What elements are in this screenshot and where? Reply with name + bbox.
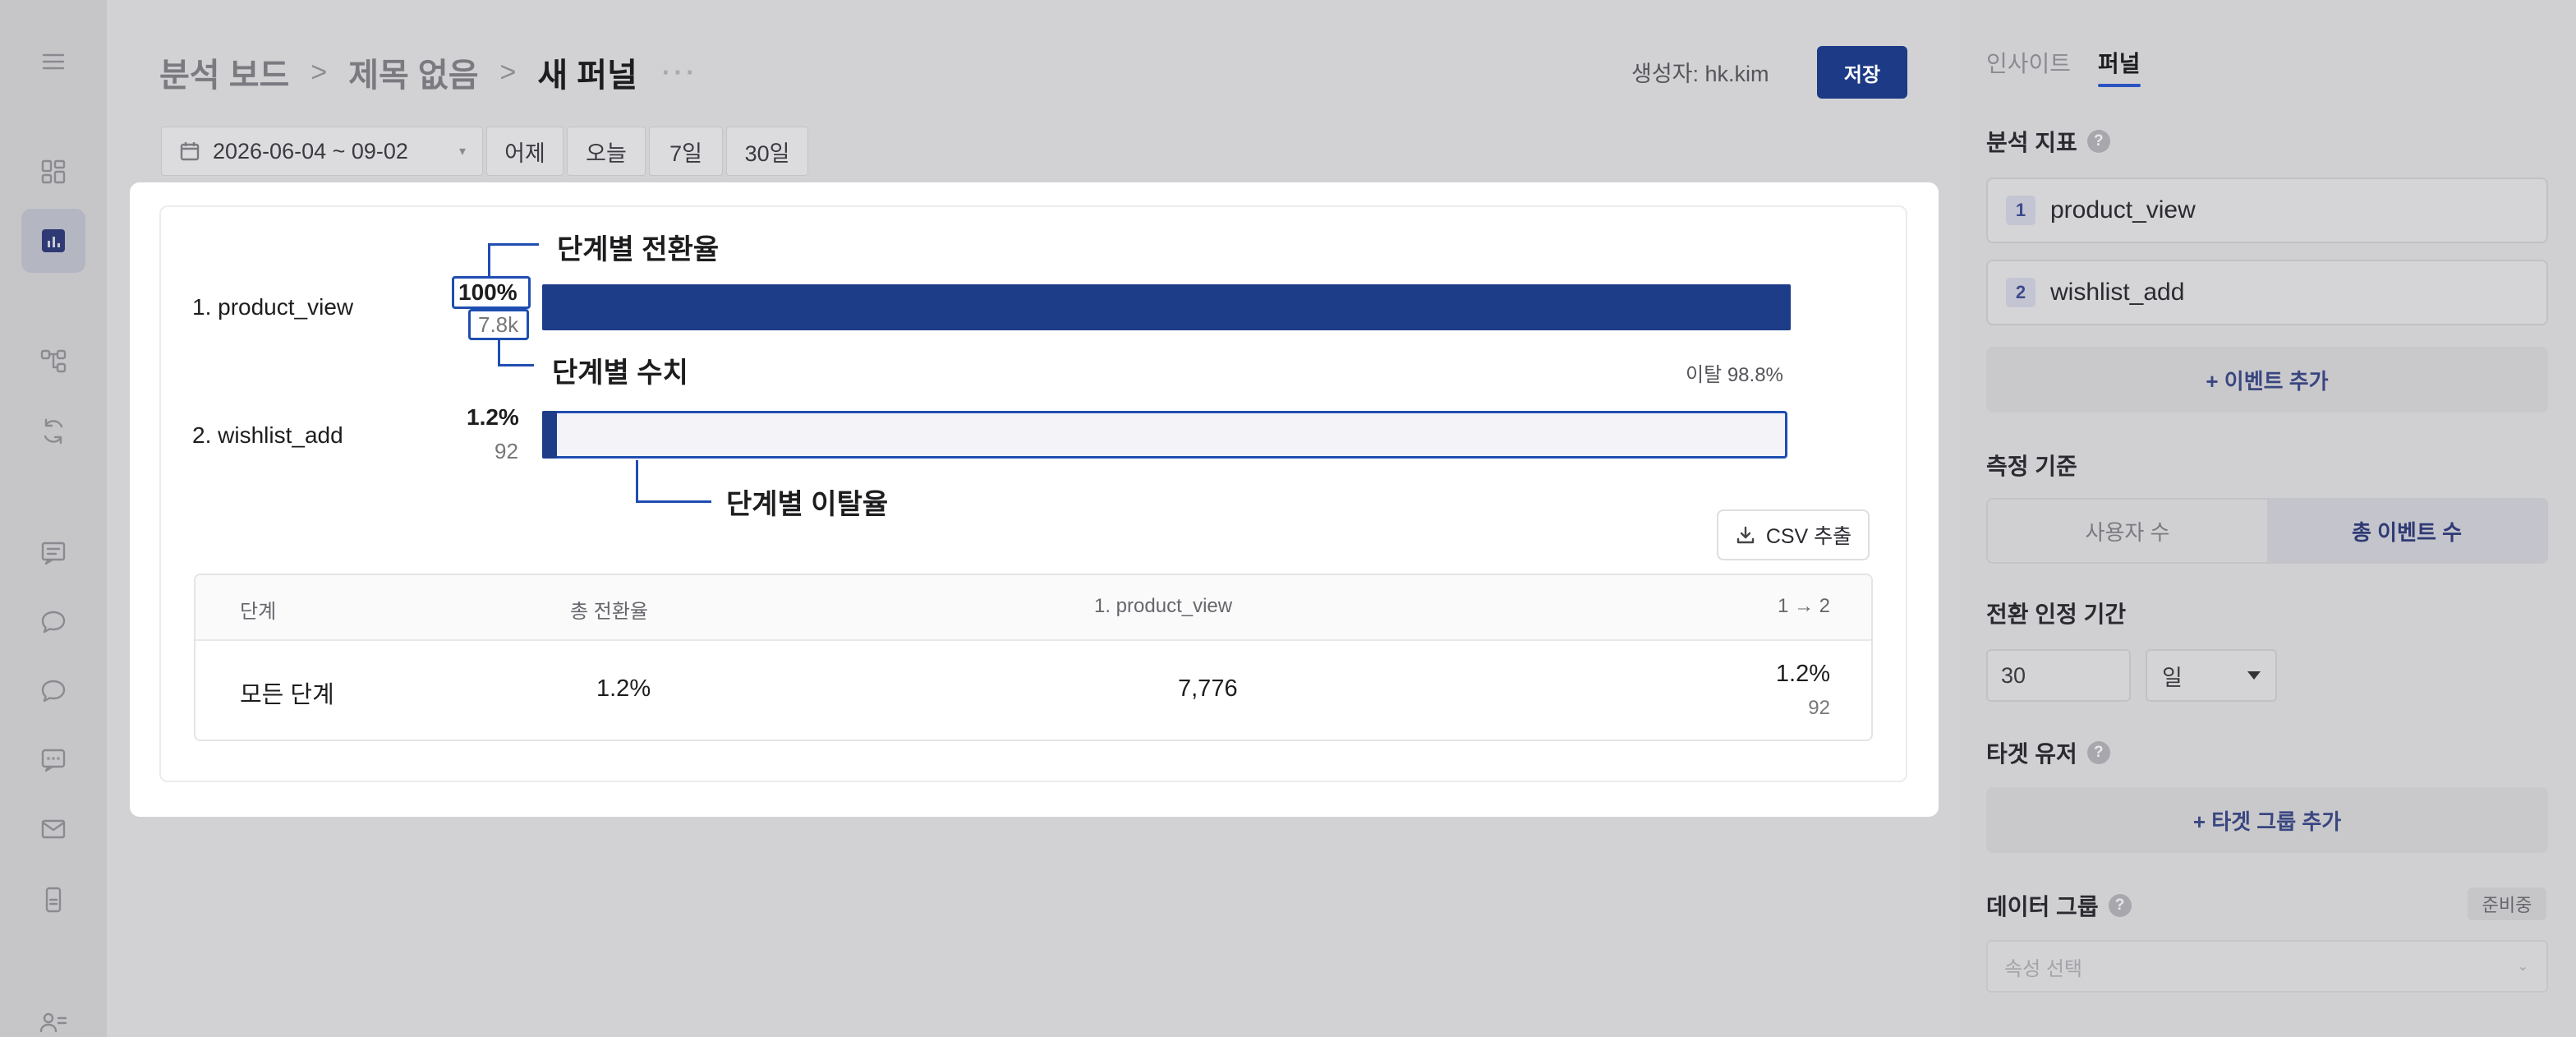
- row-stage: 모든 단계: [240, 682, 334, 708]
- calendar-icon: [180, 142, 200, 161]
- flow-icon[interactable]: [21, 329, 85, 393]
- tab-funnel[interactable]: 퍼널: [2098, 46, 2141, 79]
- conversion-rate-callout-line: [488, 243, 539, 278]
- breadcrumb-item-board[interactable]: 분석 보드: [159, 48, 289, 96]
- step-2-dropoff-area[interactable]: [542, 411, 1787, 459]
- step-1-bar[interactable]: [542, 284, 1791, 330]
- date-range-value: 2026-06-04 ~ 09-02: [213, 138, 408, 164]
- sms-icon[interactable]: [21, 728, 85, 792]
- dropoff-rate-callout: 단계별 이탈율: [726, 489, 889, 520]
- row-total-rate: 1.2%: [596, 675, 651, 702]
- measure-option-events[interactable]: 총 이벤트 수: [2267, 500, 2546, 562]
- target-title-text: 타겟 유저: [1986, 741, 2077, 767]
- step-2-bar[interactable]: [542, 411, 557, 459]
- dropoff-label: 이탈 98.8%: [1686, 364, 1783, 386]
- column-header-step1: 1. product_view: [1094, 595, 1233, 617]
- help-icon[interactable]: ?: [2086, 130, 2110, 153]
- chevron-down-icon: ⌄: [2517, 960, 2528, 974]
- breadcrumb-item-untitled[interactable]: 제목 없음: [348, 48, 478, 96]
- breadcrumb-separator: >: [310, 56, 328, 88]
- funnel-table: 단계 총 전환율 1. product_view 1 → 2 모든 단계 1.2…: [194, 574, 1873, 741]
- period-unit-value: 일: [2162, 665, 2183, 690]
- active-tab-indicator: [2098, 84, 2141, 87]
- refresh-icon[interactable]: [21, 399, 85, 463]
- measure-option-users[interactable]: 사용자 수: [1988, 500, 2267, 562]
- csv-export-button[interactable]: CSV 추출: [1717, 509, 1870, 560]
- data-group-title-text: 데이터 그룹: [1986, 894, 2099, 919]
- breadcrumb-separator: >: [499, 56, 517, 88]
- save-button[interactable]: 저장: [1817, 46, 1907, 99]
- column-header-step1-2: 1 → 2: [1777, 595, 1830, 617]
- preparing-badge: 준비중: [2468, 887, 2546, 920]
- event-number-badge: 1: [2006, 196, 2036, 225]
- property-select-placeholder: 속성 선택: [2004, 957, 2082, 980]
- mobile-icon[interactable]: [21, 868, 85, 932]
- add-event-button[interactable]: + 이벤트 추가: [1986, 347, 2548, 412]
- period-unit-select[interactable]: 일: [2146, 649, 2277, 702]
- step-2-rate: 1.2%: [467, 404, 519, 430]
- row-step12-count: 92: [1808, 697, 1830, 719]
- event-name: wishlist_add: [2050, 279, 2185, 306]
- step-count-callout-line: [498, 339, 534, 366]
- target-section-title: 타겟 유저 ?: [1986, 736, 2110, 769]
- period-section-title: 전환 인정 기간: [1986, 601, 2127, 627]
- caret-down-icon: [2247, 671, 2261, 680]
- preset-30days[interactable]: 30일: [726, 127, 808, 176]
- period-input[interactable]: 30: [1986, 649, 2131, 702]
- step-2-label: 2. wishlist_add: [192, 422, 343, 448]
- table-header: 단계 총 전환율 1. product_view 1 → 2: [196, 575, 1871, 641]
- event-number-badge: 2: [2006, 278, 2036, 307]
- event-row-2[interactable]: 2 wishlist_add: [1986, 260, 2548, 325]
- step-1-rate: 100%: [458, 279, 518, 305]
- event-name: product_view: [2050, 196, 2196, 224]
- date-filter-bar: 2026-06-04 ~ 09-02 ▾ 어제 오늘 7일 30일: [161, 127, 812, 176]
- more-options-icon[interactable]: ···: [662, 58, 698, 88]
- funnel-chart-panel: 1. product_view 100% 7.8k 단계별 전환율 단계별 수치…: [159, 205, 1907, 782]
- message-board-icon[interactable]: [21, 521, 85, 585]
- tab-insight[interactable]: 인사이트: [1986, 46, 2071, 79]
- event-row-1[interactable]: 1 product_view: [1986, 177, 2548, 243]
- download-icon: [1736, 526, 1755, 544]
- metrics-title-text: 분석 지표: [1986, 130, 2077, 155]
- date-range-picker[interactable]: 2026-06-04 ~ 09-02 ▾: [161, 127, 483, 176]
- mail-icon[interactable]: [21, 797, 85, 861]
- measure-toggle: 사용자 수 총 이벤트 수: [1986, 498, 2548, 564]
- conversion-rate-callout: 단계별 전환율: [557, 234, 720, 265]
- left-rail: [0, 0, 107, 1037]
- creator-label: 생성자: hk.kim: [1631, 62, 1769, 86]
- breadcrumb: 분석 보드 > 제목 없음 > 새 퍼널 ···: [159, 48, 698, 97]
- data-group-section-title: 데이터 그룹 ?: [1986, 889, 2132, 922]
- help-icon[interactable]: ?: [2086, 741, 2110, 764]
- dropoff-rate-callout-line: [636, 460, 711, 503]
- step-count-callout: 단계별 수치: [552, 357, 688, 389]
- settings-panel: 인사이트 퍼널 분석 지표 ? 1 product_view 2 wishlis…: [1960, 0, 2576, 1037]
- add-target-group-button[interactable]: + 타겟 그룹 추가: [1986, 787, 2548, 853]
- funnel-card: 1. product_view 100% 7.8k 단계별 전환율 단계별 수치…: [130, 182, 1939, 817]
- row-step12-rate: 1.2%: [1775, 661, 1830, 687]
- users-icon[interactable]: [21, 991, 85, 1037]
- column-header-total-rate: 총 전환율: [570, 601, 648, 623]
- step-1-label: 1. product_view: [192, 294, 354, 320]
- dashboard-icon[interactable]: [21, 140, 85, 204]
- preset-yesterday[interactable]: 어제: [486, 127, 564, 176]
- metrics-section-title: 분석 지표 ?: [1986, 125, 2110, 158]
- menu-icon[interactable]: [21, 30, 85, 94]
- step-2-count: 92: [494, 439, 518, 463]
- column-header-stage: 단계: [240, 601, 277, 623]
- step-1-count: 7.8k: [478, 312, 519, 337]
- page-title[interactable]: 새 퍼널: [537, 48, 637, 96]
- csv-export-label: CSV 추출: [1765, 525, 1852, 548]
- chevron-down-icon: ▾: [458, 145, 466, 159]
- chat-bubble-icon[interactable]: [21, 659, 85, 723]
- chat-icon[interactable]: [21, 590, 85, 654]
- analytics-icon[interactable]: [21, 209, 85, 273]
- preset-today[interactable]: 오늘: [567, 127, 646, 176]
- property-select[interactable]: 속성 선택 ⌄: [1986, 940, 2548, 993]
- help-icon[interactable]: ?: [2108, 894, 2132, 917]
- row-step1-count: 7,776: [1178, 675, 1238, 702]
- preset-7days[interactable]: 7일: [649, 127, 723, 176]
- measure-section-title: 측정 기준: [1986, 454, 2077, 479]
